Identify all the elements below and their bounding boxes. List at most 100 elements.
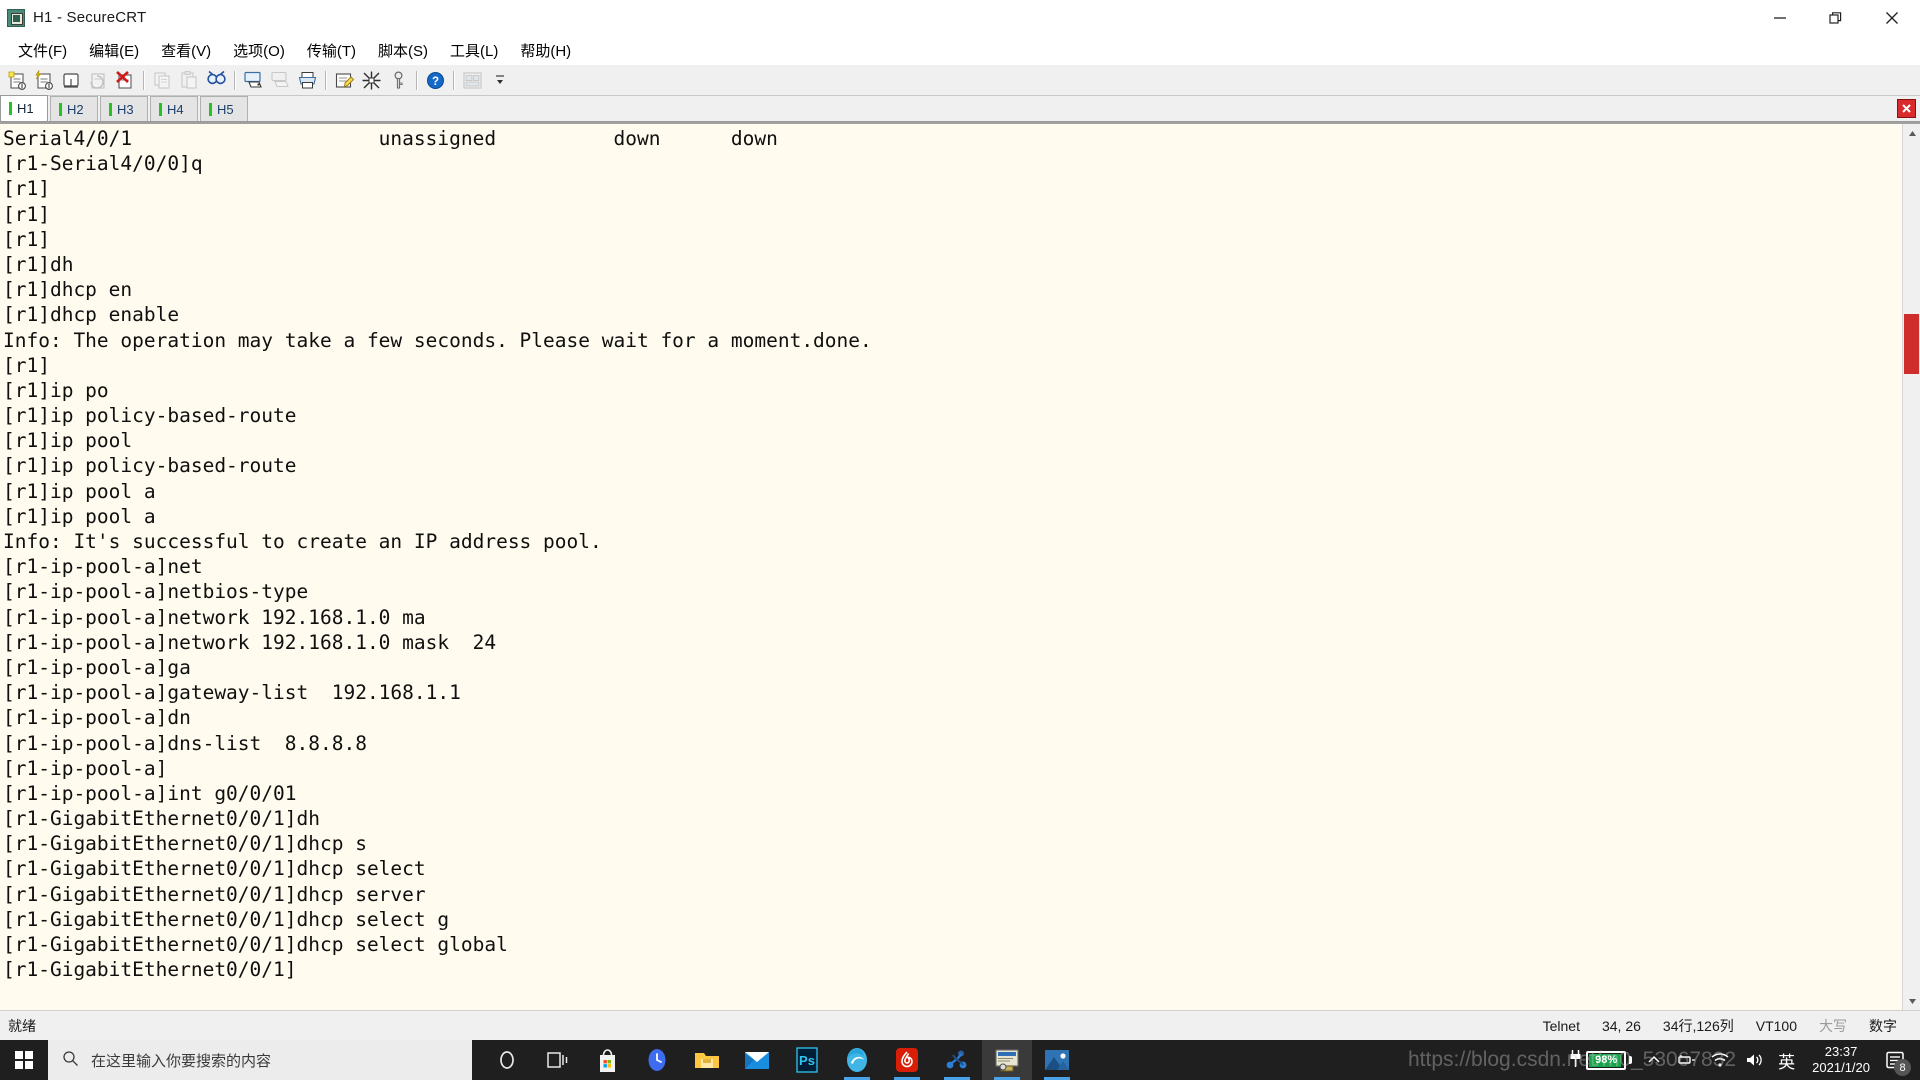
- terminal-line: [r1-GigabitEthernet0/0/1]dhcp s: [3, 832, 367, 856]
- tab-label: H4: [167, 101, 184, 117]
- connect-icon[interactable]: [31, 68, 58, 93]
- copy-icon[interactable]: [149, 68, 176, 93]
- tab-label: H3: [117, 101, 134, 117]
- menu-transfer[interactable]: 传输(T): [296, 37, 367, 64]
- scroll-up-arrow-icon[interactable]: [1903, 124, 1920, 142]
- session-tab-bar: H1 H2 H3 H4 H5: [0, 95, 1920, 122]
- close-tab-button[interactable]: [1897, 99, 1916, 118]
- battery-percent: 98%: [1595, 1054, 1618, 1066]
- taskbar-cortana[interactable]: [482, 1040, 532, 1080]
- tab-h3[interactable]: H3: [100, 96, 148, 121]
- menu-file[interactable]: 文件(F): [7, 37, 78, 64]
- terminal-scrollbar[interactable]: [1902, 124, 1920, 1010]
- find-icon[interactable]: [203, 68, 230, 93]
- toolbar-overflow-icon[interactable]: [486, 68, 513, 93]
- tab-h1[interactable]: H1: [0, 95, 48, 121]
- terminal-line: [r1-ip-pool-a]int g0/0/01: [3, 781, 297, 805]
- tab-label: H5: [217, 101, 234, 117]
- scrollbar-thumb[interactable]: [1904, 314, 1919, 374]
- taskbar-photoshop[interactable]: Ps: [782, 1040, 832, 1080]
- menu-view[interactable]: 查看(V): [150, 37, 222, 64]
- print-icon[interactable]: [294, 68, 321, 93]
- log-session-icon[interactable]: [267, 68, 294, 93]
- tab-h2[interactable]: H2: [50, 96, 98, 121]
- terminal-line: [r1-ip-pool-a]network 192.168.1.0 mask 2…: [3, 630, 497, 654]
- terminal-line: [r1-ip-pool-a]netbios-type: [3, 580, 309, 604]
- taskbar-mail[interactable]: [732, 1040, 782, 1080]
- tab-status-indicator-icon: [209, 102, 212, 116]
- help-icon[interactable]: ?: [422, 68, 449, 93]
- taskbar-clock-app[interactable]: [632, 1040, 682, 1080]
- session-options-icon[interactable]: [331, 68, 358, 93]
- maximize-restore-button[interactable]: [1808, 0, 1864, 36]
- terminal-area: Serial4/0/1 unassigned down down [r1-Seri…: [0, 122, 1920, 1010]
- terminal-line: [r1-Serial4/0/0]q: [3, 152, 203, 176]
- status-protocol: Telnet: [1542, 1017, 1580, 1034]
- key-icon[interactable]: [385, 68, 412, 93]
- new-session-icon[interactable]: [4, 68, 31, 93]
- status-ready: 就绪: [8, 1017, 36, 1034]
- toolbar-separator: [234, 70, 236, 90]
- terminal-line: [r1-GigabitEthernet0/0/1]dhcp select glo…: [3, 933, 508, 956]
- ime-indicator[interactable]: 英: [1771, 1040, 1802, 1080]
- menu-bar: 文件(F) 编辑(E) 查看(V) 选项(O) 传输(T) 脚本(S) 工具(L…: [0, 36, 1920, 65]
- power-plug-icon: [1568, 1049, 1583, 1071]
- taskbar-ensp[interactable]: [932, 1040, 982, 1080]
- action-center-button[interactable]: 8: [1880, 1045, 1911, 1076]
- show-hidden-icons-button[interactable]: [1639, 1040, 1669, 1080]
- menu-edit[interactable]: 编辑(E): [78, 37, 150, 64]
- disconnect-icon[interactable]: [112, 68, 139, 93]
- terminal-line: [r1-ip-pool-a]dns-list 8.8.8.8: [3, 731, 367, 755]
- window-controls: [1752, 0, 1920, 36]
- terminal-line: [r1-GigabitEthernet0/0/1]dhcp server: [3, 882, 426, 906]
- start-button[interactable]: [0, 1040, 48, 1080]
- taskbar-file-explorer[interactable]: [682, 1040, 732, 1080]
- taskbar-task-view[interactable]: [532, 1040, 582, 1080]
- global-options-icon[interactable]: [358, 68, 385, 93]
- taskbar-netease-music[interactable]: [882, 1040, 932, 1080]
- taskbar-microsoft-edge[interactable]: [832, 1040, 882, 1080]
- windows-logo-icon: [14, 1050, 34, 1070]
- status-num-lock: 数字: [1869, 1017, 1897, 1034]
- network-icon[interactable]: [1669, 1040, 1703, 1080]
- taskbar-clock[interactable]: 23:37 2021/1/20: [1802, 1040, 1880, 1080]
- securecrt-window: H1 - SecureCRT 文件(F) 编辑(E) 查看(V) 选项(O) 传…: [0, 0, 1920, 1080]
- window-title: H1 - SecureCRT: [33, 9, 147, 26]
- arrange-windows-icon[interactable]: [459, 68, 486, 93]
- print-screen-icon[interactable]: [240, 68, 267, 93]
- tab-status-indicator-icon: [159, 102, 162, 116]
- menu-options[interactable]: 选项(O): [222, 37, 296, 64]
- title-bar: H1 - SecureCRT: [0, 0, 1920, 36]
- taskbar-securecrt[interactable]: [982, 1040, 1032, 1080]
- toolbar-separator: [325, 70, 327, 90]
- terminal-line: [r1-GigabitEthernet0/0/1]: [3, 958, 297, 982]
- search-icon: [62, 1050, 79, 1071]
- paste-icon[interactable]: [176, 68, 203, 93]
- reconnect-icon[interactable]: [85, 68, 112, 93]
- taskbar-photos[interactable]: [1032, 1040, 1082, 1080]
- tab-status-indicator-icon: [59, 102, 62, 116]
- tab-h4[interactable]: H4: [150, 96, 198, 121]
- close-button[interactable]: [1864, 0, 1920, 36]
- clock-date: 2021/1/20: [1812, 1060, 1870, 1075]
- volume-icon[interactable]: [1737, 1040, 1771, 1080]
- scroll-down-arrow-icon[interactable]: [1903, 992, 1920, 1010]
- toolbar-separator: [143, 70, 145, 90]
- battery-status[interactable]: 98%: [1561, 1040, 1639, 1080]
- minimize-button[interactable]: [1752, 0, 1808, 36]
- terminal-output[interactable]: Serial4/0/1 unassigned down down [r1-Seri…: [0, 124, 1902, 1010]
- terminal-line: [r1]: [3, 227, 50, 251]
- terminal-line: [r1]dhcp enable: [3, 303, 180, 327]
- terminal-line: [r1]: [3, 353, 50, 377]
- svg-text:?: ?: [432, 76, 439, 88]
- menu-script[interactable]: 脚本(S): [367, 37, 439, 64]
- tab-status-indicator-icon: [109, 102, 112, 116]
- status-emulation: VT100: [1755, 1017, 1797, 1034]
- connect-local-shell-icon[interactable]: [58, 68, 85, 93]
- taskbar-microsoft-store[interactable]: [582, 1040, 632, 1080]
- menu-tools[interactable]: 工具(L): [439, 37, 509, 64]
- tab-h5[interactable]: H5: [200, 96, 248, 121]
- wifi-icon[interactable]: [1703, 1040, 1737, 1080]
- taskbar-search-box[interactable]: 在这里输入你要搜索的内容: [48, 1040, 472, 1080]
- menu-help[interactable]: 帮助(H): [509, 37, 582, 64]
